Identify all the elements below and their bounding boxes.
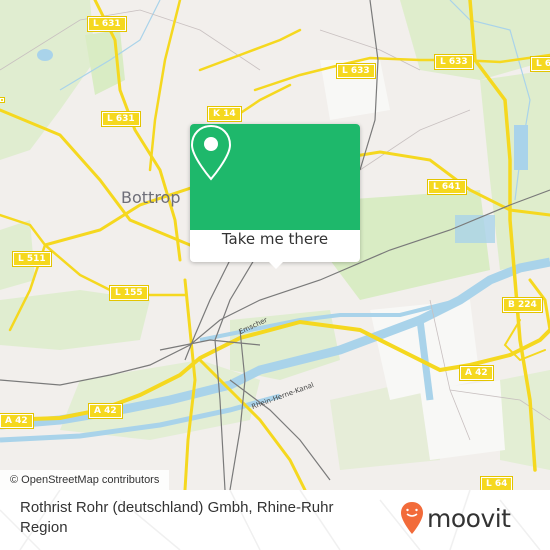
popup-header xyxy=(190,124,360,230)
footer: Rothrist Rohr (deutschland) Gmbh, Rhine-… xyxy=(0,490,550,550)
road-label-l641: L 641 xyxy=(427,179,467,195)
map[interactable]: L 631 L 631 K 14 L 633 L 633 L 633 L 641… xyxy=(0,0,550,490)
road-label-a42: A 42 xyxy=(88,403,123,419)
pond xyxy=(37,49,53,61)
moovit-wordmark: moovit xyxy=(427,503,511,533)
road-label-l631: L 631 xyxy=(101,111,141,127)
road-label-edge xyxy=(0,97,5,103)
city-label-bottrop: Bottrop xyxy=(121,188,181,207)
moovit-pin-icon xyxy=(401,502,423,534)
road-label-l511: L 511 xyxy=(12,251,52,267)
road-label-l155: L 155 xyxy=(109,285,149,301)
road-label-l633: L 633 xyxy=(530,56,550,72)
road-label-a42: A 42 xyxy=(0,413,34,429)
moovit-logo[interactable]: moovit xyxy=(400,498,511,538)
map-attribution[interactable]: © OpenStreetMap contributors xyxy=(0,470,170,490)
place-title: Rothrist Rohr (deutschland) Gmbh, Rhine-… xyxy=(20,499,334,536)
lake xyxy=(514,125,528,170)
road-label-l633: L 633 xyxy=(434,54,474,70)
popup-pointer xyxy=(268,261,284,269)
map-pin-icon xyxy=(190,124,232,181)
road-label-k14: K 14 xyxy=(207,106,242,122)
road-label-l633: L 633 xyxy=(336,63,376,79)
road-label-l631: L 631 xyxy=(87,16,127,32)
take-me-there-button[interactable]: Take me there xyxy=(190,230,360,262)
road-label-a42: A 42 xyxy=(459,365,494,381)
road-label-l64: L 64 xyxy=(479,476,514,490)
location-popup[interactable]: Take me there xyxy=(190,124,360,269)
road-label-b224: B 224 xyxy=(502,297,543,313)
